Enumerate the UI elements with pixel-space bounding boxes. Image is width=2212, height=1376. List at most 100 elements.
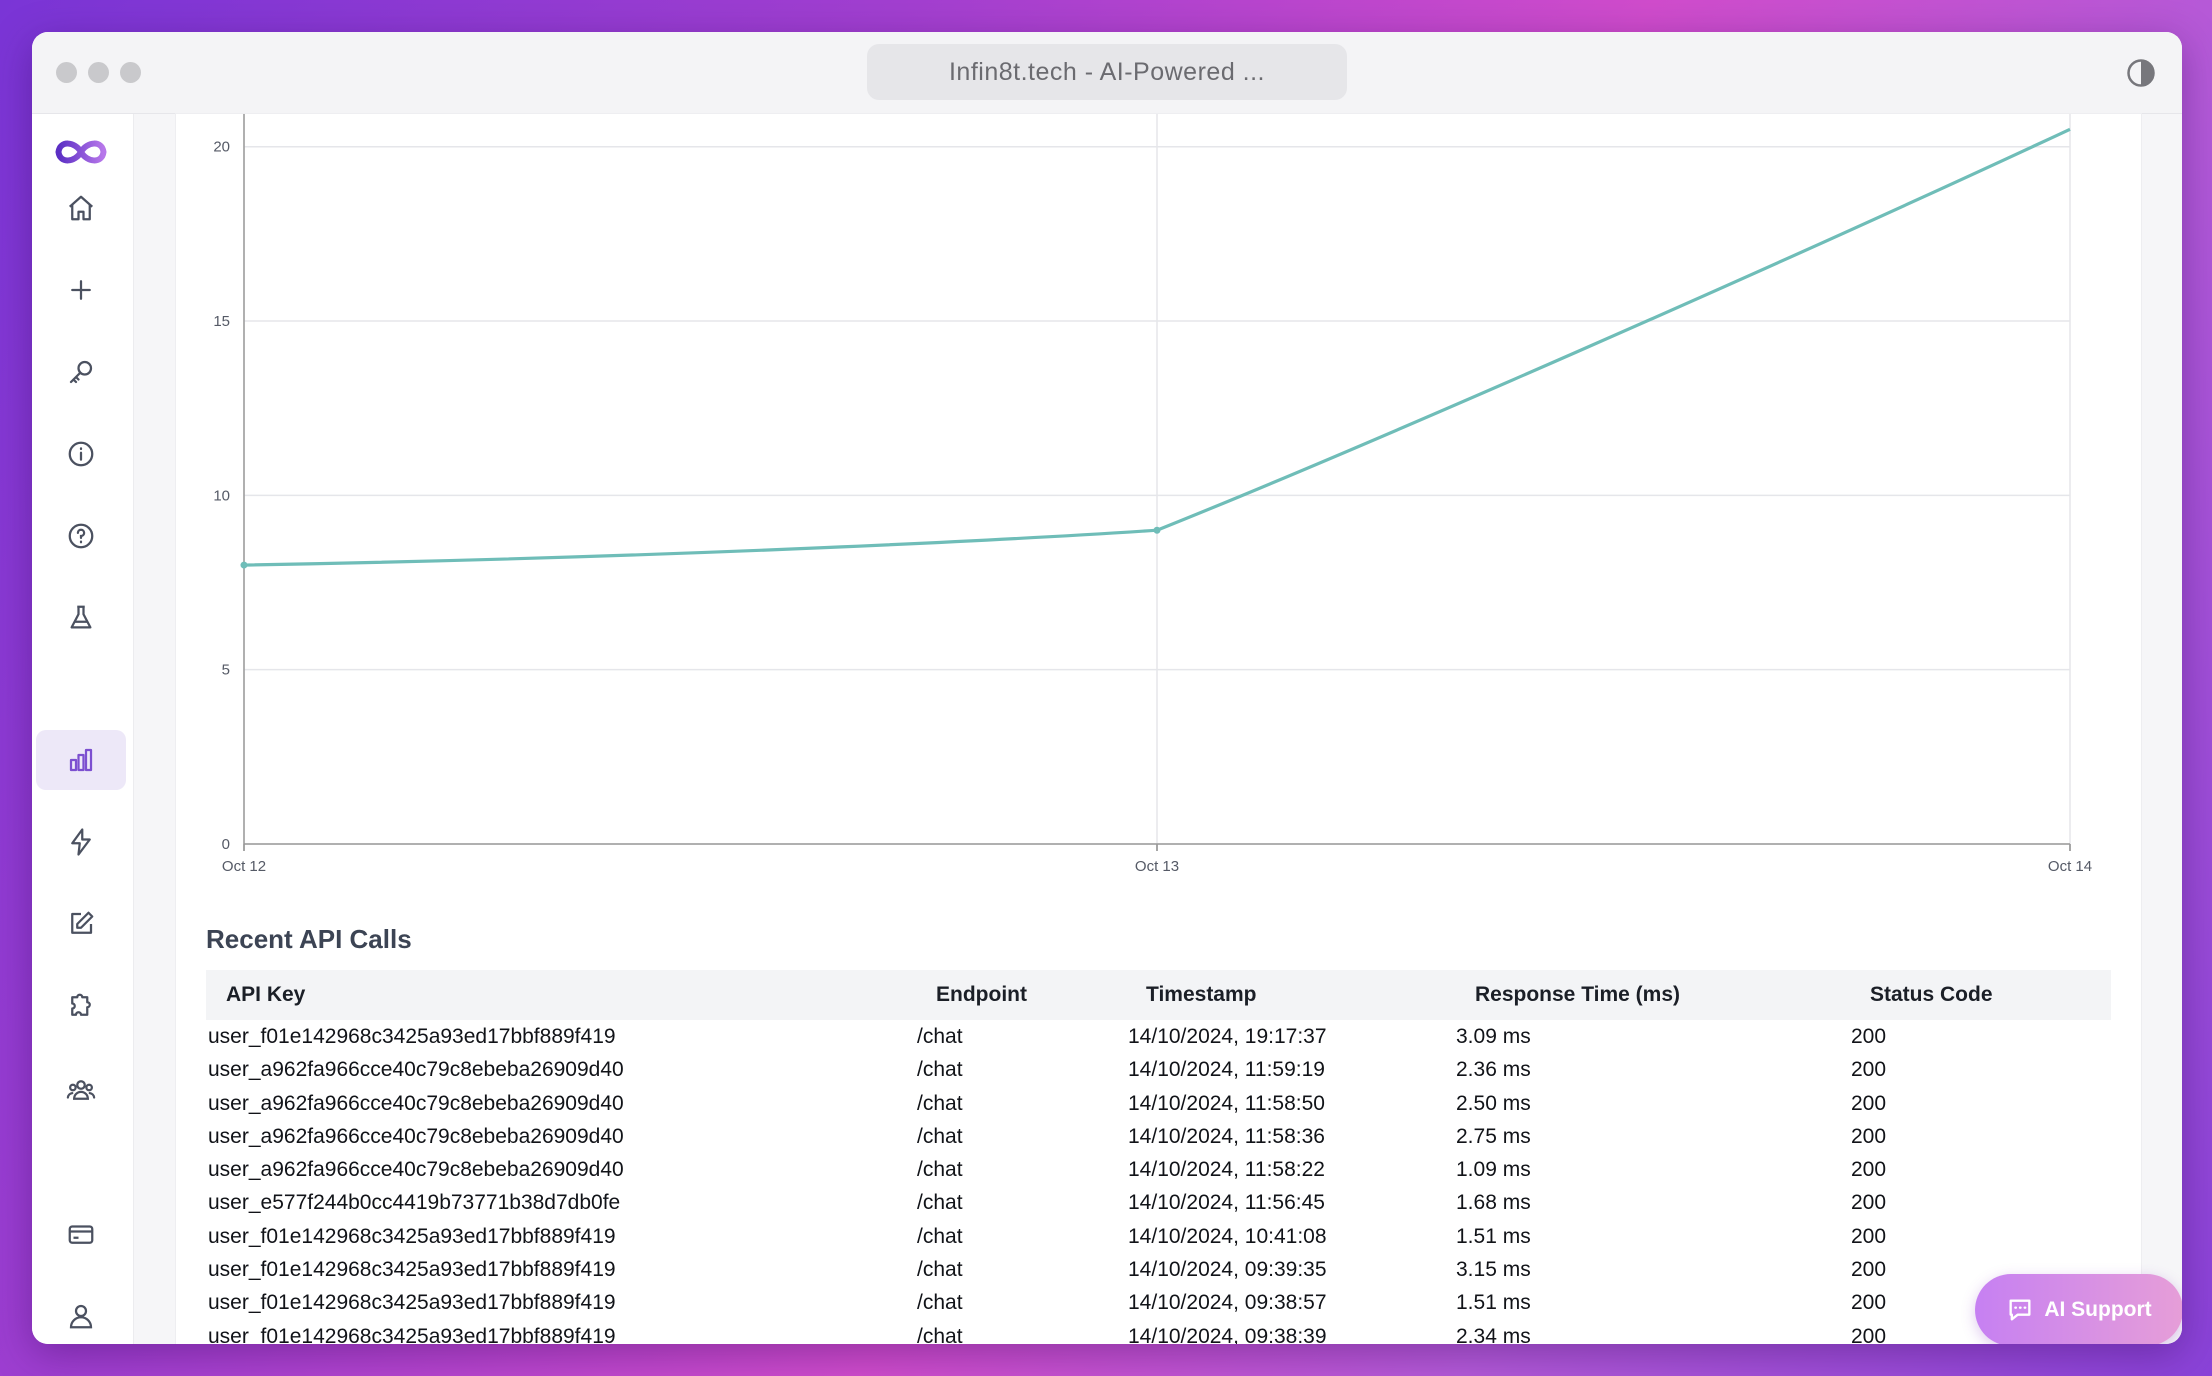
home-icon <box>69 195 93 221</box>
table-cell: /chat <box>917 1124 963 1148</box>
user-icon <box>69 1304 93 1329</box>
sidebar-item-billing[interactable] <box>36 1204 126 1264</box>
table-cell: 14/10/2024, 11:58:22 <box>1128 1158 1325 1182</box>
table-cell: user_f01e142968c3425a93ed17bbf889f419 <box>208 1324 616 1344</box>
sidebar-item-info[interactable] <box>36 424 126 484</box>
table-row: user_e577f244b0cc4419b73771b38d7db0fe/ch… <box>206 1186 2111 1219</box>
table-cell: 14/10/2024, 10:41:08 <box>1128 1224 1327 1248</box>
table-header: API Key Endpoint Timestamp Response Time (m… <box>206 970 2111 1020</box>
table-cell: user_f01e142968c3425a93ed17bbf889f419 <box>208 1025 616 1048</box>
bar-chart-icon <box>69 748 93 772</box>
sidebar-item-create[interactable] <box>36 260 126 320</box>
main-content: 0 5 10 15 20 Oct 12 Oct 13 Oct 14 Recent API Ca… <box>134 114 2182 1344</box>
y-tick-label: 5 <box>222 662 230 679</box>
table-row: user_a962fa966cce40c79c8ebeba26909d40/ch… <box>206 1153 2111 1186</box>
table-cell: /chat <box>917 1025 963 1048</box>
table-cell: user_f01e142968c3425a93ed17bbf889f419 <box>208 1224 616 1248</box>
table-cell: 14/10/2024, 11:58:36 <box>1128 1124 1325 1148</box>
table-cell: 1.51 ms <box>1456 1291 1531 1315</box>
table-row: user_f01e142968c3425a93ed17bbf889f419/ch… <box>206 1320 2111 1344</box>
y-tick-label: 20 <box>213 139 230 156</box>
x-tick-label: Oct 12 <box>222 858 266 874</box>
recent-api-calls-title: Recent API Calls <box>206 924 412 954</box>
close-window-button[interactable] <box>56 62 77 83</box>
sidebar-item-edit[interactable] <box>36 894 126 954</box>
table-cell: 200 <box>1851 1058 1887 1082</box>
column-header[interactable]: Response Time (ms) <box>1475 970 1680 1020</box>
table-cell: 3.15 ms <box>1456 1258 1531 1282</box>
table-cell: 1.09 ms <box>1456 1158 1531 1182</box>
table-cell: user_a962fa966cce40c79c8ebeba26909d40 <box>208 1058 624 1082</box>
table-cell: user_f01e142968c3425a93ed17bbf889f419 <box>208 1291 616 1315</box>
table-cell: user_a962fa966cce40c79c8ebeba26909d40 <box>208 1124 624 1148</box>
title-bar: Infin8t.tech - AI-Powered ... <box>32 32 2182 114</box>
table-cell: 1.68 ms <box>1456 1191 1531 1215</box>
table-row: user_a962fa966cce40c79c8ebeba26909d40/ch… <box>206 1087 2111 1120</box>
table-cell: 14/10/2024, 11:58:50 <box>1128 1091 1325 1115</box>
plus-icon <box>71 280 91 300</box>
y-tick-label: 10 <box>213 487 230 504</box>
flask-icon <box>70 605 92 629</box>
column-header[interactable]: API Key <box>226 970 305 1020</box>
table-cell: 200 <box>1851 1258 1887 1282</box>
table-cell: 14/10/2024, 11:56:45 <box>1128 1191 1325 1215</box>
table-cell: 200 <box>1851 1324 1887 1344</box>
x-tick-label: Oct 14 <box>2048 858 2092 874</box>
ai-support-button[interactable]: AI Support <box>1975 1274 2182 1344</box>
infinity-logo-icon[interactable] <box>36 122 126 182</box>
table-cell: user_f01e142968c3425a93ed17bbf889f419 <box>208 1258 616 1282</box>
table-cell: /chat <box>917 1224 963 1248</box>
edit-icon <box>71 911 94 934</box>
data-point[interactable] <box>1153 526 1161 534</box>
table-cell: 2.75 ms <box>1456 1124 1531 1148</box>
maximize-window-button[interactable] <box>120 62 141 83</box>
table-cell: user_a962fa966cce40c79c8ebeba26909d40 <box>208 1158 624 1182</box>
sidebar-item-analytics[interactable] <box>36 730 126 790</box>
recent-api-calls-table: API Key Endpoint Timestamp Response Time (m… <box>206 970 2111 1344</box>
sidebar-item-playground[interactable] <box>36 588 126 648</box>
sidebar-item-integrations[interactable] <box>36 976 126 1036</box>
data-point[interactable] <box>240 561 248 569</box>
chat-bubble-icon <box>2009 1299 2031 1321</box>
table-cell: /chat <box>917 1258 963 1282</box>
column-header[interactable]: Status Code <box>1870 970 1993 1020</box>
table-cell: 200 <box>1851 1124 1887 1148</box>
table-cell: 200 <box>1851 1224 1887 1248</box>
table-row: user_f01e142968c3425a93ed17bbf889f419/ch… <box>206 1220 2111 1253</box>
table-cell: /chat <box>917 1091 963 1115</box>
table-cell: 1.51 ms <box>1456 1224 1531 1248</box>
column-header[interactable]: Timestamp <box>1146 970 1257 1020</box>
column-header[interactable]: Endpoint <box>936 970 1027 1020</box>
table-row: user_f01e142968c3425a93ed17bbf889f419/ch… <box>206 1253 2111 1286</box>
contrast-icon[interactable] <box>2126 58 2156 88</box>
table-cell: 200 <box>1851 1158 1887 1182</box>
api-calls-line-chart: 0 5 10 15 20 Oct 12 Oct 13 Oct 14 <box>213 114 2092 874</box>
table-cell: /chat <box>917 1324 963 1344</box>
table-row: user_f01e142968c3425a93ed17bbf889f419/ch… <box>206 1286 2111 1319</box>
table-cell: /chat <box>917 1191 963 1215</box>
table-row: user_f01e142968c3425a93ed17bbf889f419/ch… <box>206 1020 2111 1053</box>
table-cell: 200 <box>1851 1291 1887 1315</box>
sidebar <box>32 114 134 1344</box>
table-cell: 200 <box>1851 1191 1887 1215</box>
table-cell: 2.50 ms <box>1456 1091 1531 1115</box>
key-icon <box>69 360 93 384</box>
minimize-window-button[interactable] <box>88 62 109 83</box>
sidebar-item-profile[interactable] <box>36 1286 126 1344</box>
sidebar-item-api-keys[interactable] <box>36 342 126 402</box>
help-icon <box>68 523 94 549</box>
sidebar-item-home[interactable] <box>36 178 126 238</box>
table-cell: 14/10/2024, 09:38:57 <box>1128 1291 1327 1315</box>
sidebar-item-help[interactable] <box>36 506 126 566</box>
sidebar-item-automations[interactable] <box>36 812 126 872</box>
table-cell: 3.09 ms <box>1456 1025 1531 1048</box>
y-tick-label: 0 <box>222 836 230 853</box>
url-bar[interactable]: Infin8t.tech - AI-Powered ... <box>867 44 1347 100</box>
table-cell: 14/10/2024, 19:17:37 <box>1128 1025 1327 1048</box>
sidebar-item-team[interactable] <box>36 1060 126 1120</box>
x-tick-label: Oct 13 <box>1135 858 1179 874</box>
info-icon <box>68 441 94 467</box>
table-cell: /chat <box>917 1158 963 1182</box>
lightning-icon <box>71 828 91 856</box>
table-cell: 2.34 ms <box>1456 1324 1531 1344</box>
